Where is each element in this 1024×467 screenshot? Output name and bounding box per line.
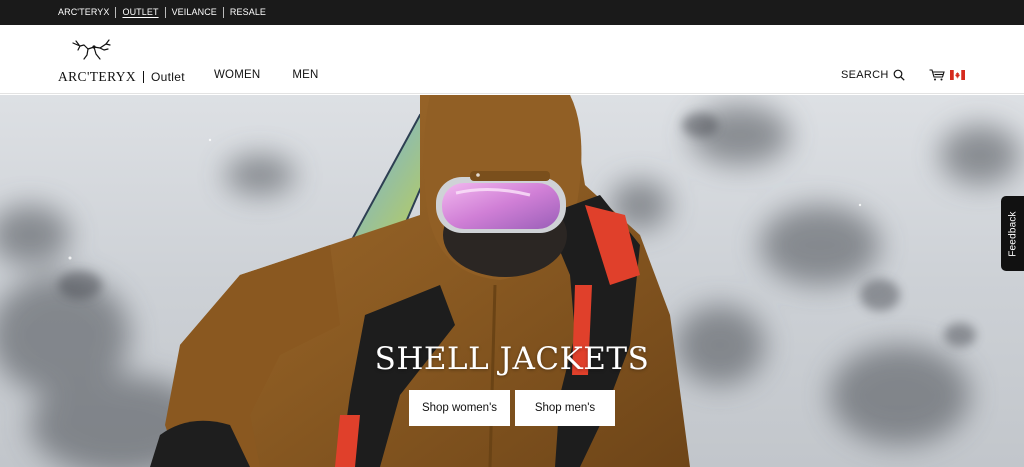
topbar-link-arcteryx[interactable]: ARC'TERYX <box>58 7 115 18</box>
nav-item-men[interactable]: MEN <box>292 69 318 81</box>
hero-banner: SHELL JACKETS Shop women's Shop men's <box>0 95 1024 467</box>
shop-men-button[interactable]: Shop men's <box>515 390 615 426</box>
feedback-label: Feedback <box>1007 210 1018 257</box>
brand-links: ARC'TERYX OUTLET VEILANCE RESALE <box>58 0 272 25</box>
main-nav: WOMEN MEN <box>214 69 351 81</box>
site-header: ARC'TERYX Outlet WOMEN MEN SEARCH <box>0 25 1024 94</box>
shop-women-button[interactable]: Shop women's <box>409 390 510 426</box>
topbar-link-veilance[interactable]: VEILANCE <box>166 7 223 18</box>
logo-wordmark: ARC'TERYX Outlet <box>58 69 185 85</box>
logo-divider <box>143 71 145 83</box>
feedback-tab[interactable]: Feedback <box>1001 196 1024 271</box>
canada-flag-icon[interactable] <box>950 70 965 80</box>
logo-outlet-text: Outlet <box>151 70 185 84</box>
nav-item-women[interactable]: WOMEN <box>214 69 260 81</box>
top-utility-bar: ARC'TERYX OUTLET VEILANCE RESALE <box>0 0 1024 25</box>
search-label: SEARCH <box>841 69 889 81</box>
hero-title: SHELL JACKETS <box>374 341 650 377</box>
topbar-link-resale[interactable]: RESALE <box>224 7 272 18</box>
outlet-logo[interactable]: ARC'TERYX Outlet <box>58 37 185 85</box>
search-icon <box>893 69 905 81</box>
cart-icon[interactable] <box>929 69 945 81</box>
hero-image-skier <box>0 95 1020 467</box>
search-button[interactable]: SEARCH <box>841 69 905 81</box>
archaeopteryx-logo-icon <box>72 39 111 60</box>
logo-brand-text: ARC'TERYX <box>58 69 137 84</box>
topbar-link-outlet[interactable]: OUTLET <box>116 7 164 18</box>
